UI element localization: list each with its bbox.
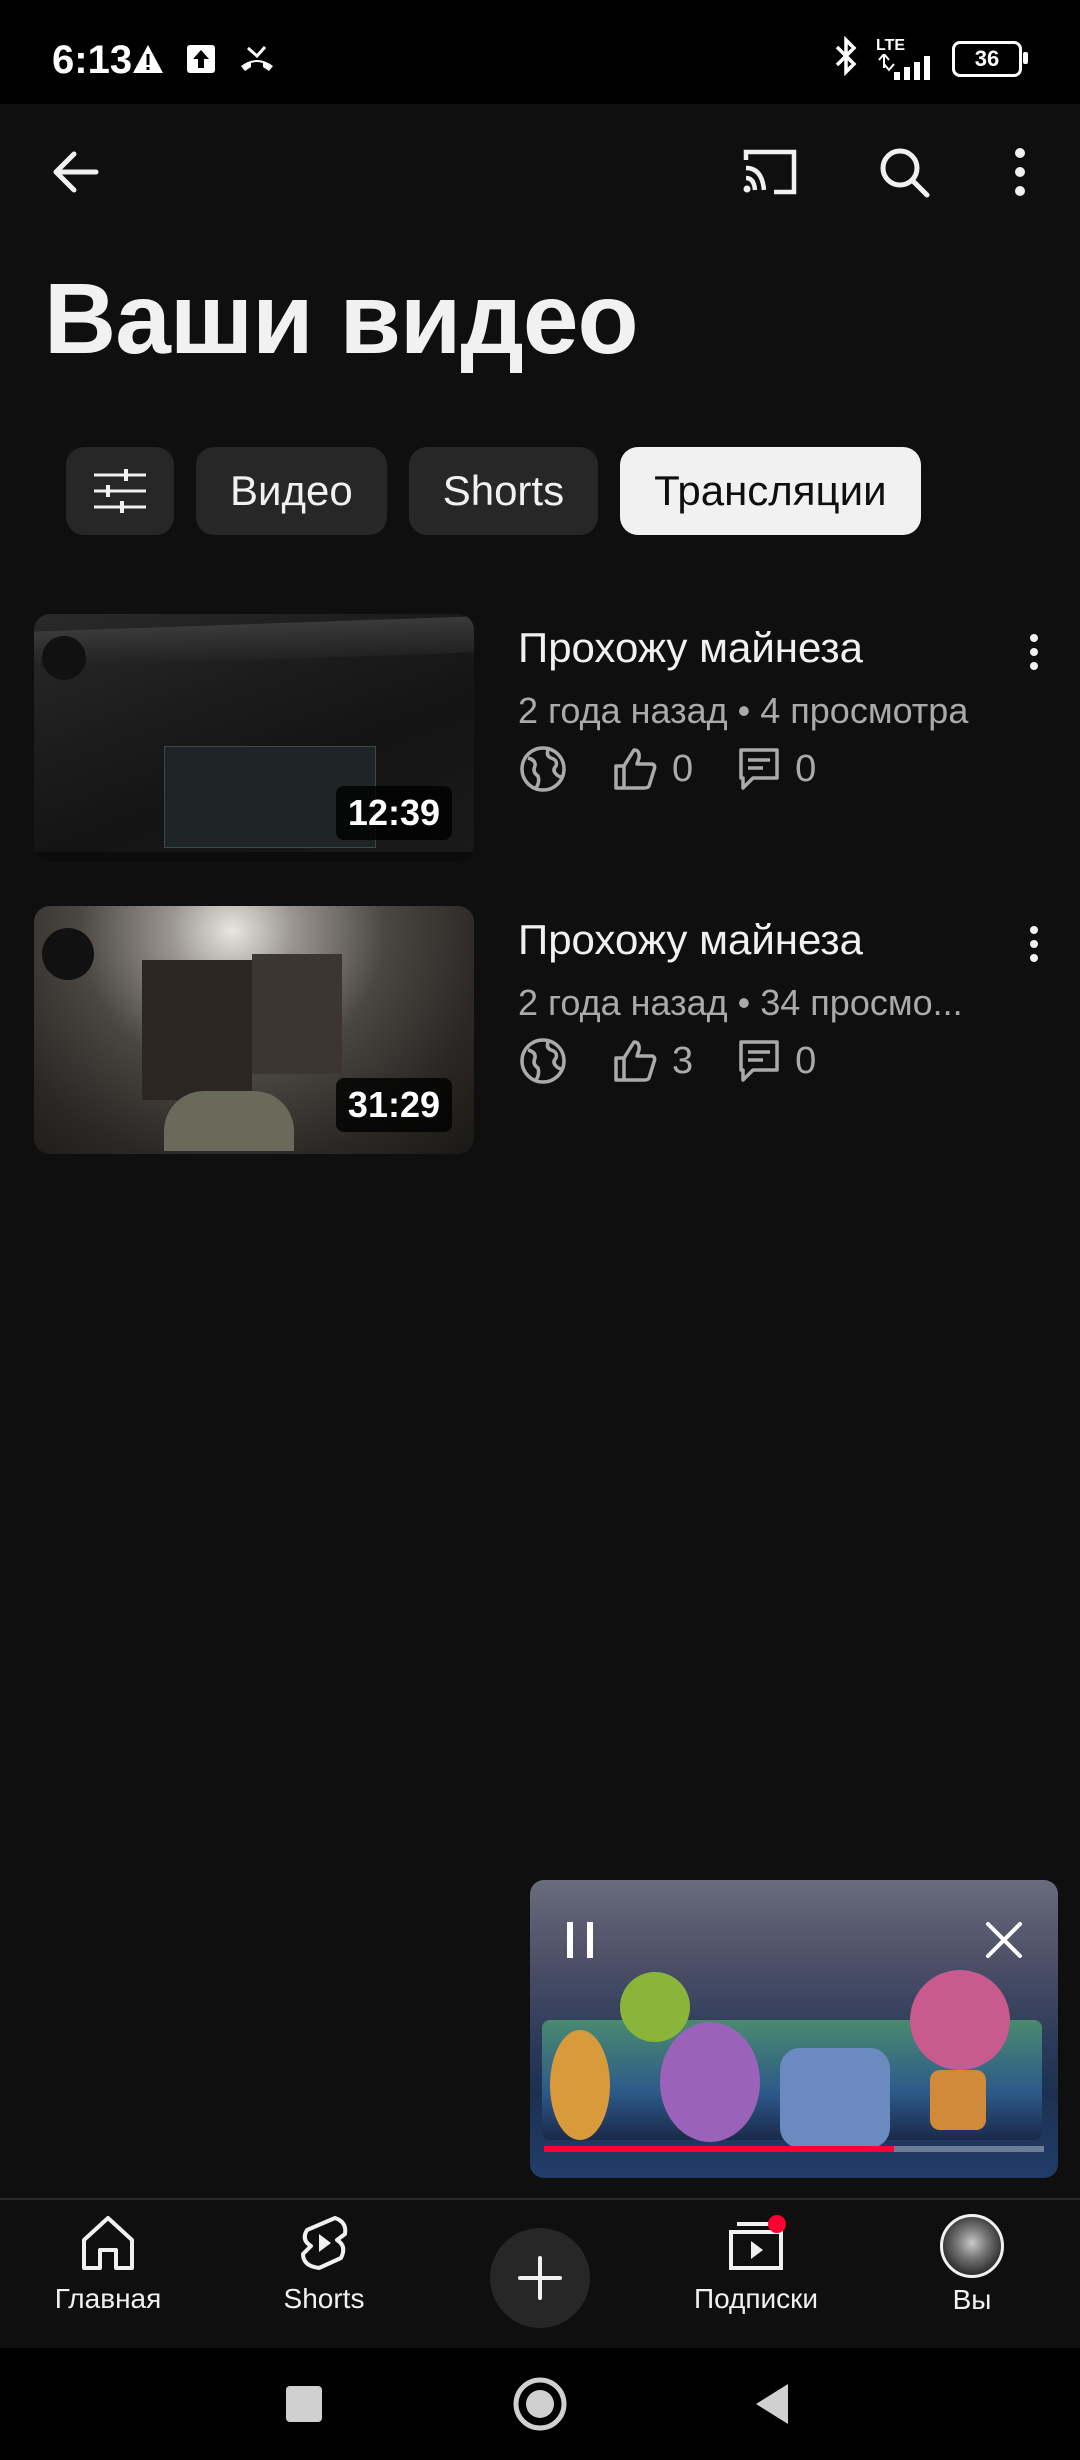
recents-button[interactable] — [274, 2374, 334, 2434]
globe-icon — [520, 1038, 566, 1084]
more-vert-icon — [1030, 634, 1038, 670]
screen: 6:13 LTE 36 Ваши видео Видео Shorts Тран… — [0, 0, 1080, 2460]
subscriptions-icon — [729, 2215, 786, 2270]
nav-subscriptions[interactable]: Подписки — [666, 2214, 846, 2315]
comment-icon — [739, 1040, 779, 1082]
bottom-navigation: Главная Shorts Подписки Вы — [0, 2198, 1080, 2350]
back-button[interactable] — [44, 140, 108, 204]
back-system-button[interactable] — [742, 2374, 802, 2434]
close-icon — [986, 1922, 1022, 1958]
video-duration: 31:29 — [335, 1078, 452, 1132]
like-count: 0 — [672, 747, 694, 790]
nav-subscriptions-label: Подписки — [693, 2283, 819, 2314]
nav-you-label: Вы — [952, 2284, 992, 2315]
system-navigation-bar — [0, 2348, 1080, 2460]
circle-icon — [513, 2377, 567, 2431]
battery-indicator: 36 — [952, 40, 1028, 77]
mini-player-pause-button[interactable] — [548, 1908, 612, 1972]
square-icon — [286, 2386, 322, 2422]
status-notification-icons — [132, 44, 276, 79]
protein-pink — [910, 1970, 1010, 2070]
globe-icon — [520, 746, 566, 792]
home-system-button[interactable] — [510, 2374, 570, 2434]
thumbs-up-icon — [614, 748, 657, 790]
nav-you[interactable]: Вы — [882, 2214, 1062, 2316]
search-icon — [880, 148, 930, 198]
thumb-box-left — [142, 960, 252, 1100]
tune-icon — [94, 469, 146, 513]
like-count: 3 — [672, 1039, 694, 1082]
status-bar: 6:13 LTE 36 — [0, 0, 1080, 104]
nav-shorts[interactable]: Shorts — [234, 2214, 414, 2315]
protein-purple — [660, 2022, 760, 2142]
nav-shorts-label: Shorts — [283, 2283, 365, 2314]
warning-icon — [132, 44, 164, 79]
cast-icon — [743, 149, 797, 195]
protein-green — [620, 1972, 690, 2042]
status-system-icons: LTE 36 — [832, 35, 1028, 81]
video-thumbnail[interactable]: 31:29 — [34, 906, 474, 1154]
nav-home[interactable]: Главная — [18, 2214, 198, 2315]
comment-count: 0 — [795, 747, 817, 790]
cast-button[interactable] — [738, 140, 802, 204]
video-stats: 0 0 — [518, 744, 816, 794]
video-title[interactable]: Прохожу майнеза — [518, 624, 863, 672]
thumb-box-right — [252, 954, 342, 1074]
home-icon — [82, 2216, 134, 2270]
video-duration: 12:39 — [335, 786, 452, 840]
mini-player-progress — [544, 2146, 894, 2152]
comment-icon — [739, 748, 779, 790]
comment-count: 0 — [795, 1039, 817, 1082]
thumb-logo — [42, 636, 86, 680]
page-title: Ваши видео — [44, 263, 639, 375]
protein-orange — [550, 2030, 610, 2140]
thumb-hud — [34, 852, 474, 862]
mini-player[interactable] — [530, 1880, 1058, 2178]
plus-icon — [518, 2256, 562, 2300]
video-item[interactable]: 12:39 Прохожу майнеза 2 года назад • 4 п… — [34, 614, 1054, 864]
top-app-bar — [0, 104, 1080, 236]
search-button[interactable] — [872, 140, 936, 204]
network-type: LTE — [876, 36, 906, 54]
protein-blue — [780, 2048, 890, 2148]
video-thumbnail[interactable]: 12:39 — [34, 614, 474, 862]
chip-videos[interactable]: Видео — [196, 447, 387, 535]
filter-settings-chip[interactable] — [66, 447, 174, 535]
video-title[interactable]: Прохожу майнеза — [518, 916, 863, 964]
thumb-hands — [164, 1091, 294, 1151]
more-vert-icon — [1030, 926, 1038, 962]
protein-orange-small — [930, 2070, 986, 2130]
back-arrow-icon — [53, 151, 99, 193]
video-more-button[interactable] — [1014, 914, 1054, 974]
video-more-button[interactable] — [1014, 622, 1054, 682]
pause-icon — [567, 1922, 593, 1958]
thumb-ceiling — [34, 616, 474, 668]
signal-icon: LTE — [876, 36, 936, 80]
video-meta: 2 года назад • 4 просмотра — [518, 690, 969, 731]
video-item[interactable]: 31:29 Прохожу майнеза 2 года назад • 34 … — [34, 906, 1054, 1156]
triangle-back-icon — [756, 2384, 788, 2424]
filter-chips: Видео Shorts Трансляции — [66, 447, 921, 535]
more-vert-icon — [1015, 148, 1025, 196]
missed-call-icon — [238, 44, 276, 79]
video-meta: 2 года назад • 34 просмо... — [518, 982, 963, 1023]
chip-live[interactable]: Трансляции — [620, 447, 921, 535]
shorts-icon — [301, 2216, 348, 2270]
mini-player-close-button[interactable] — [972, 1908, 1036, 1972]
bluetooth-icon — [832, 35, 860, 81]
upload-icon — [186, 44, 216, 79]
status-time: 6:13 — [52, 38, 133, 82]
create-button[interactable] — [490, 2228, 590, 2328]
nav-home-label: Главная — [54, 2283, 162, 2314]
thumb-logo — [42, 928, 94, 980]
avatar — [940, 2214, 1004, 2278]
chip-shorts[interactable]: Shorts — [408, 447, 599, 535]
video-stats: 3 0 — [518, 1036, 816, 1086]
more-options-button[interactable] — [988, 140, 1052, 204]
thumbs-up-icon — [614, 1040, 657, 1082]
